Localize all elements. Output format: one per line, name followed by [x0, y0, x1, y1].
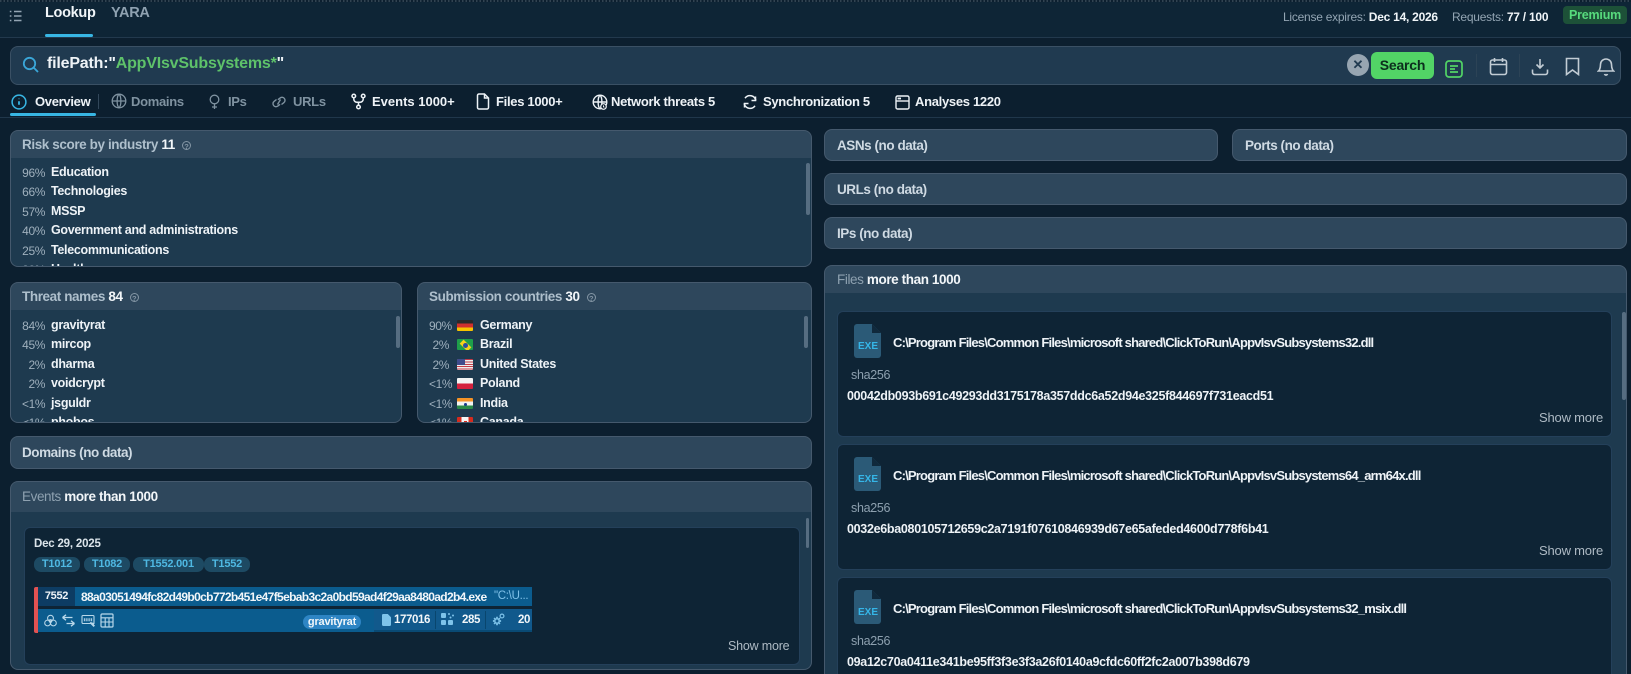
- svg-text:EXE: EXE: [858, 474, 878, 485]
- svg-text:EXE: EXE: [858, 341, 878, 352]
- svg-text:EXE: EXE: [858, 607, 878, 618]
